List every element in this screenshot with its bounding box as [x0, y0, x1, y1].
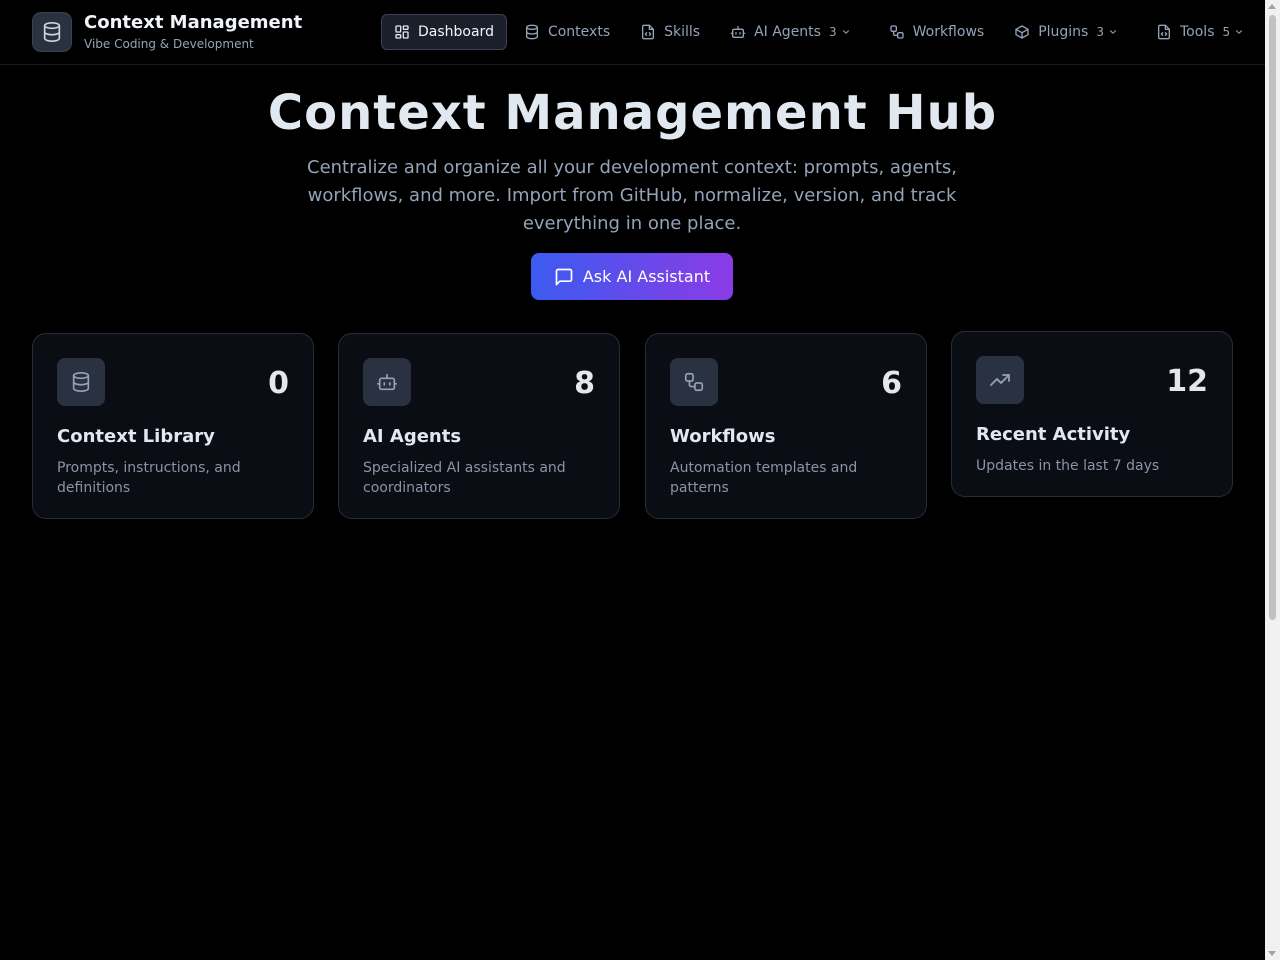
trending-up-icon [976, 356, 1024, 404]
workflow-icon [670, 358, 718, 406]
brand[interactable]: Context Management Vibe Coding & Develop… [32, 12, 302, 52]
brand-title: Context Management [84, 12, 303, 33]
page-description: Centralize and organize all your develop… [307, 157, 957, 234]
stat-card-workflows[interactable]: 6 Workflows Automation templates and pat… [645, 333, 927, 519]
scroll-thumb[interactable] [1269, 15, 1276, 620]
nav-item-skills[interactable]: Skills [627, 14, 713, 50]
nav-item-plugins[interactable]: Plugins 3 [1001, 14, 1139, 50]
nav-label: Plugins [1038, 24, 1089, 40]
stat-title: AI Agents [363, 426, 462, 447]
nav-item-tools[interactable]: Tools 5 [1143, 14, 1265, 50]
nav-count-badge: 3 [828, 25, 837, 39]
file-code-icon [1158, 24, 1170, 40]
nav-label: Dashboard [418, 24, 494, 40]
workflow-icon [889, 25, 904, 39]
bot-icon [363, 358, 411, 406]
ask-ai-assistant-button[interactable]: Ask AI Assistant [531, 253, 733, 300]
database-icon [57, 358, 105, 406]
stat-count: 12 [1166, 364, 1208, 399]
database-icon [525, 24, 538, 40]
page-scrollbar[interactable] [1265, 0, 1280, 960]
stat-description: Updates in the last 7 days [976, 458, 1160, 474]
stat-card-ai-agents[interactable]: 8 AI Agents Specialized AI assistants an… [338, 333, 620, 519]
stat-description: Automation templates and patterns [670, 460, 858, 496]
nav-count-badge: 5 [1222, 25, 1231, 39]
stat-card-context-library[interactable]: 0 Context Library Prompts, instructions,… [32, 333, 314, 519]
top-header: Context Management Vibe Coding & Develop… [0, 0, 1265, 65]
nav-label: Workflows [912, 24, 985, 40]
stat-card-recent-activity[interactable]: 12 Recent Activity Updates in the last 7… [951, 331, 1233, 497]
nav-item-contexts[interactable]: Contexts [511, 14, 623, 50]
nav-count-badge: 3 [1096, 25, 1104, 39]
scroll-up-arrow[interactable] [1268, 4, 1276, 9]
nav-item-dashboard[interactable]: Dashboard [381, 14, 507, 50]
cta-label: Ask AI Assistant [582, 267, 711, 286]
stat-count: 0 [268, 366, 289, 401]
stat-title: Context Library [57, 426, 215, 447]
main-nav: Dashboard Contexts Skills AI Agents 3 Wo… [381, 14, 1269, 50]
chevron-down-icon [1236, 30, 1243, 34]
nav-item-ai-agents[interactable]: AI Agents 3 [717, 14, 872, 50]
stat-title: Workflows [670, 426, 776, 447]
stat-count: 6 [881, 366, 902, 401]
database-icon [32, 12, 72, 52]
scroll-down-arrow[interactable] [1268, 951, 1276, 956]
nav-item-workflows[interactable]: Workflows [876, 14, 998, 50]
stat-count: 8 [574, 366, 595, 401]
page-title: Context Management Hub [267, 85, 998, 141]
brand-subtitle: Vibe Coding & Development [84, 37, 254, 51]
nav-label: Tools [1180, 24, 1215, 40]
bot-icon [730, 26, 746, 38]
stat-title: Recent Activity [976, 424, 1131, 445]
stat-description: Specialized AI assistants and coordinato… [363, 460, 566, 496]
nav-label: AI Agents [754, 24, 821, 40]
message-square-icon [555, 268, 573, 285]
nav-label: Skills [664, 24, 701, 40]
chevron-down-icon [1109, 30, 1117, 34]
dashboard-icon [395, 25, 409, 39]
chevron-down-icon [842, 30, 849, 34]
nav-label: Contexts [547, 24, 611, 40]
stat-description: Prompts, instructions, and definitions [57, 460, 241, 496]
package-icon [1015, 25, 1029, 39]
file-code-icon [642, 24, 655, 40]
